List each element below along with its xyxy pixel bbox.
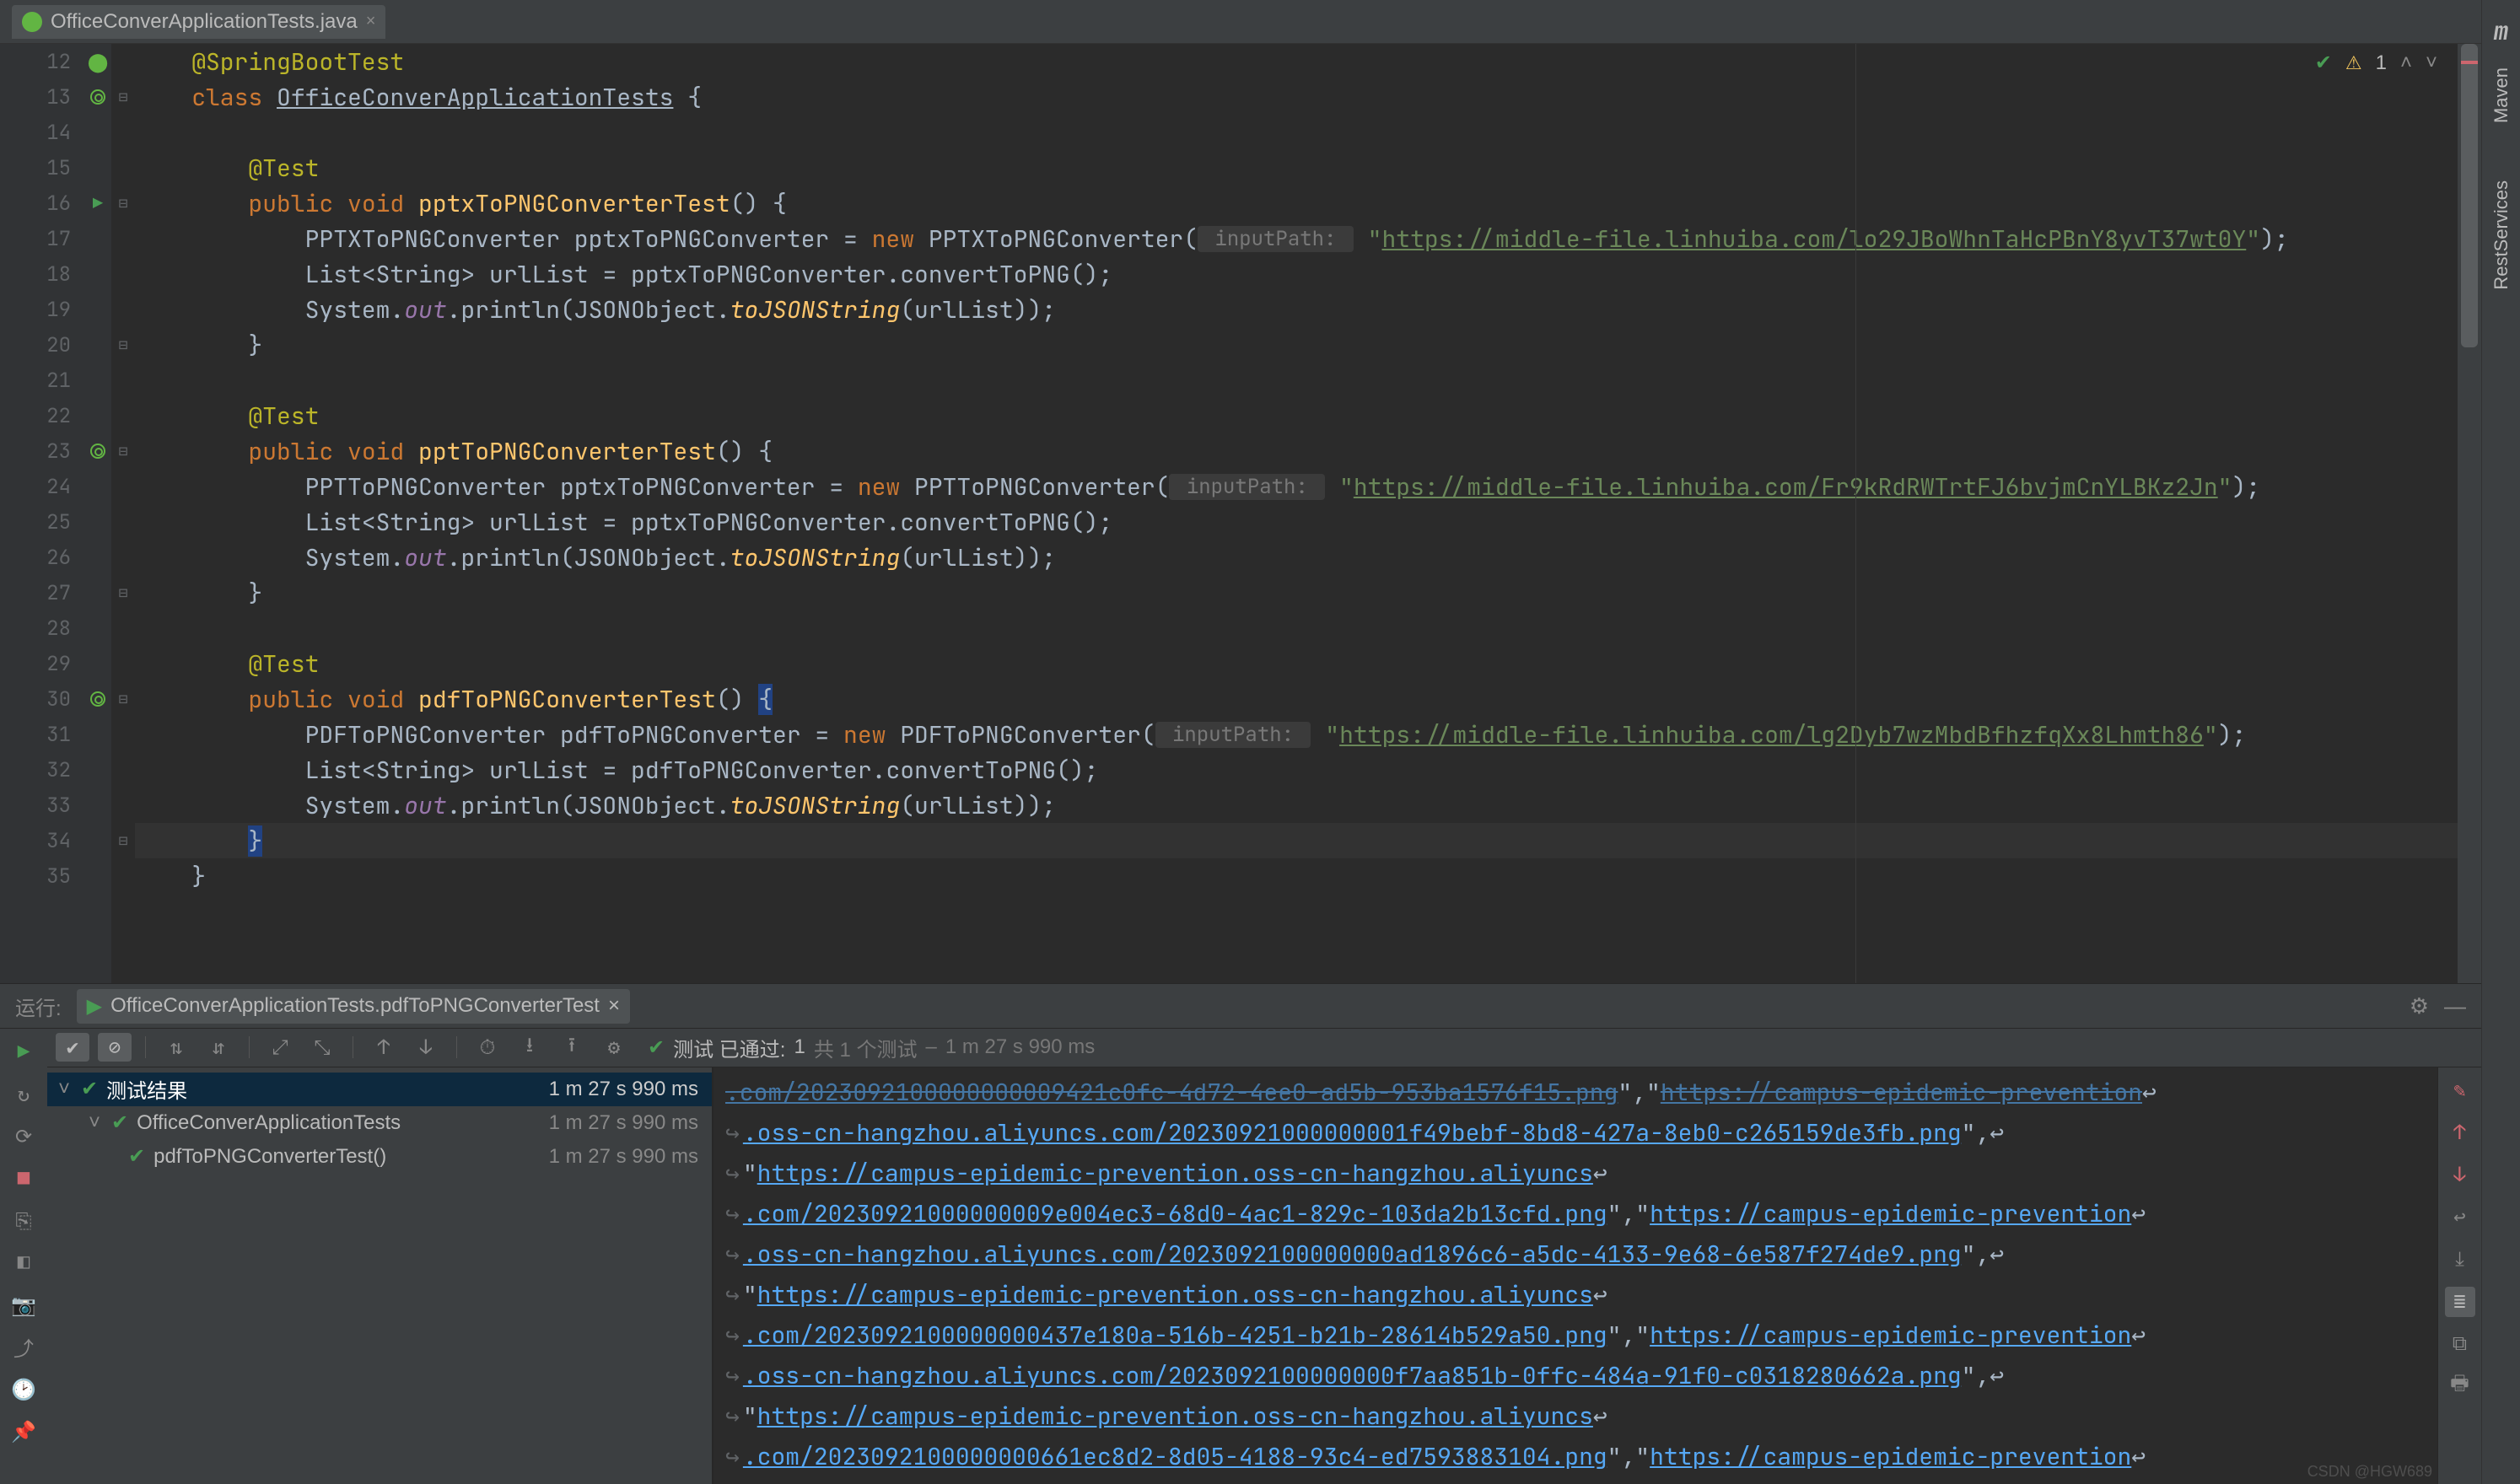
import-icon[interactable]: ⭳ [513,1033,547,1062]
toggle-soft-wrap-icon[interactable]: ≣ [2445,1287,2475,1317]
test-ok-icon: ✔ [128,1144,145,1169]
test-console[interactable]: .com/2023092100000000009421c0fc-4d72-4ee… [713,1067,2437,1484]
collapse-all-icon[interactable]: ⤡ [305,1033,339,1062]
tree-root[interactable]: ˅ ✔ 测试结果 1 m 27 s 990 ms [47,1073,712,1106]
inspection-warn-icon: ⚠ [2345,52,2362,74]
rerun-failed-icon[interactable]: ↻ [8,1079,39,1110]
run-tool-header: 运行: ▶ OfficeConverApplicationTests.pdfTo… [0,983,2481,1029]
line-number-gutter: 1213141516171819202122232425262728293031… [0,44,84,983]
close-icon[interactable]: × [366,12,376,31]
maven-icon[interactable]: m [2494,13,2509,47]
code-editor[interactable]: 1213141516171819202122232425262728293031… [0,44,2481,983]
chevron-down-icon[interactable]: ˅ [56,1078,73,1101]
editor-tabbar: OfficeConverApplicationTests.java × [0,0,2481,44]
error-stripe[interactable] [2461,61,2478,64]
tree-method-time: 1 m 27 s 990 ms [549,1145,712,1169]
pin-icon[interactable]: 📌 [8,1417,39,1447]
close-icon[interactable]: × [608,994,620,1018]
console-right-toolbar: ✎ ↑ ↓ ↩ ⤓ ≣ ⧉ 🖶 [2437,1067,2481,1484]
show-ignored-icon[interactable]: ⊘ [98,1033,132,1062]
editor-tab-filename: OfficeConverApplicationTests.java [51,10,358,34]
tree-class-time: 1 m 27 s 990 ms [549,1111,712,1135]
test-toolbar: ✔ ⊘ ⇅ ⇵ ⤢ ⤡ ↑ ↓ ⏱ ⭳ ⭱ ⚙ [47,1029,2481,1067]
tree-method[interactable]: ✔ pdfToPNGConverterTest() 1 m 27 s 990 m… [47,1140,712,1174]
spring-file-icon [22,12,42,32]
run-config-tab[interactable]: ▶ OfficeConverApplicationTests.pdfToPNGC… [77,989,630,1024]
watch-icon[interactable]: ⏱ [471,1033,504,1062]
maven-tool-button[interactable]: Maven [2490,67,2512,123]
tree-class-label: OfficeConverApplicationTests [137,1111,401,1135]
print-icon[interactable]: 🖶 [2445,1371,2475,1401]
toggle-auto-icon[interactable]: ⟳ [8,1121,39,1152]
export-results-icon[interactable]: ⭱ [555,1033,589,1062]
layout-icon[interactable]: ◧ [8,1248,39,1278]
sort-duration-icon[interactable]: ⇵ [202,1033,235,1062]
right-tool-strip: m Maven RestServices [2481,0,2520,1484]
chevron-down-icon[interactable]: ˅ [86,1111,103,1135]
run-left-toolbar: ▶ ↻ ⟳ ■ ⎘ ◧ 📷 ⤴ 🕑 📌 [0,1029,47,1484]
editor-inspections[interactable]: ✔ ⚠ 1 ˄ ˅ [2315,51,2437,75]
down-arrow-icon[interactable]: ↓ [2445,1160,2475,1191]
scroll-end-icon[interactable]: ⤓ [2445,1245,2475,1275]
sort-alpha-icon[interactable]: ⇅ [159,1033,193,1062]
scrollbar-thumb[interactable] [2461,44,2478,347]
editor-tab[interactable]: OfficeConverApplicationTests.java × [12,5,385,39]
next-test-icon[interactable]: ↓ [409,1033,443,1062]
status-ok-icon: ✔ [648,1035,665,1060]
rest-services-tool-button[interactable]: RestServices [2490,180,2512,290]
history-icon[interactable]: 🕑 [8,1374,39,1405]
rerun-icon[interactable]: ▶ [8,1037,39,1067]
camera-icon[interactable]: 📷 [8,1290,39,1320]
next-highlight-icon[interactable]: ˅ [2426,51,2437,75]
run-play-icon: ▶ [87,994,102,1019]
run-config-name: OfficeConverApplicationTests.pdfToPNGCon… [110,994,600,1018]
right-margin-guide [1855,44,1856,983]
fold-column: ⊟⊟⊟⊟⊟⊟⊟ [111,44,135,983]
export-icon[interactable]: ⤴ [8,1332,39,1363]
clear-icon[interactable]: ✎ [2445,1076,2475,1106]
run-label: 运行: [15,992,62,1021]
tree-root-time: 1 m 27 s 990 ms [549,1078,712,1101]
stop-icon[interactable]: ■ [8,1164,39,1194]
status-duration: 1 m 27 s 990 ms [945,1035,1095,1059]
test-ok-icon: ✔ [111,1110,128,1135]
gear-icon[interactable]: ⚙ [2410,993,2429,1019]
gutter-marks: ⬤▶ [84,44,111,983]
prev-highlight-icon[interactable]: ˄ [2400,51,2412,75]
test-ok-icon: ✔ [81,1077,98,1101]
up-arrow-icon[interactable]: ↑ [2445,1118,2475,1148]
status-passed: 1 [794,1035,805,1059]
dump-icon[interactable]: ⎘ [8,1206,39,1236]
test-settings-icon[interactable]: ⚙ [597,1033,631,1062]
watermark: CSDN @HGW689 [2307,1463,2432,1481]
tree-method-label: pdfToPNGConverterTest() [153,1145,386,1169]
test-tree[interactable]: ˅ ✔ 测试结果 1 m 27 s 990 ms ˅ ✔ OfficeConve… [47,1067,713,1484]
minimize-icon[interactable]: — [2444,993,2466,1019]
inspection-ok-icon: ✔ [2315,51,2332,75]
soft-wrap-icon[interactable]: ↩ [2445,1202,2475,1233]
diff-icon[interactable]: ⧉ [2445,1329,2475,1359]
status-prefix: 测试 已通过: [673,1033,785,1062]
prev-test-icon[interactable]: ↑ [367,1033,401,1062]
expand-all-icon[interactable]: ⤢ [263,1033,297,1062]
tree-root-label: 测试结果 [106,1074,187,1104]
tree-class[interactable]: ˅ ✔ OfficeConverApplicationTests 1 m 27 … [47,1106,712,1140]
show-passed-icon[interactable]: ✔ [56,1033,89,1062]
editor-scrollbar[interactable] [2458,44,2481,983]
run-tool-body: ▶ ↻ ⟳ ■ ⎘ ◧ 📷 ⤴ 🕑 📌 ✔ ⊘ ⇅ ⇵ ⤢ [0,1029,2481,1484]
inspection-warn-count: 1 [2376,51,2387,75]
status-total: 共 1 个测试 [814,1033,918,1062]
